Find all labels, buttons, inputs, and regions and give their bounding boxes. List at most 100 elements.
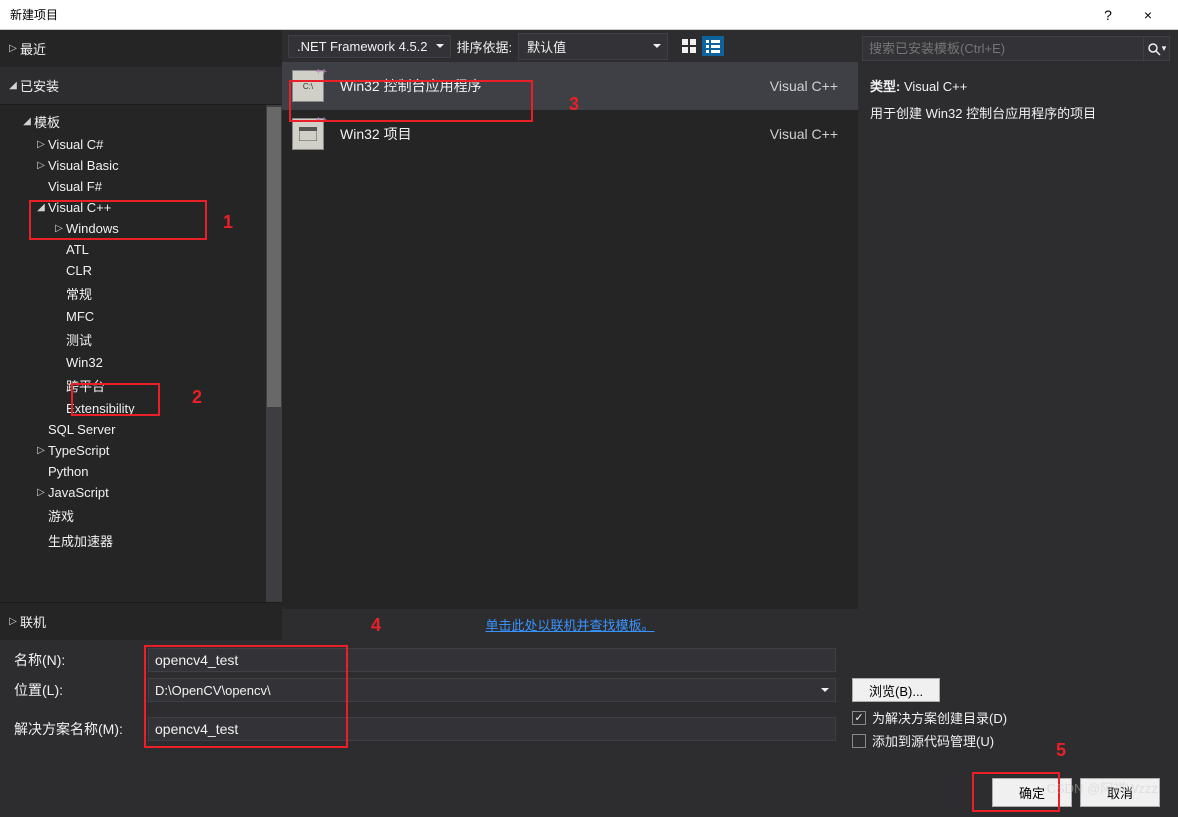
win32-label: Win32: [66, 355, 103, 370]
templates-node[interactable]: ◢模板: [0, 109, 282, 134]
search-button[interactable]: ▾: [1144, 36, 1170, 61]
checkbox-icon: [852, 734, 866, 748]
csharp-node[interactable]: ▷Visual C#: [0, 134, 282, 155]
accel-node[interactable]: 生成加速器: [0, 528, 282, 553]
clr-label: CLR: [66, 263, 92, 278]
sql-node[interactable]: SQL Server: [0, 419, 282, 440]
chevron-down-icon: ◢: [34, 202, 48, 213]
template-row-win32-project[interactable]: ++ Win32 项目 Visual C++: [282, 110, 858, 158]
window-title: 新建项目: [10, 6, 1088, 23]
left-panel: ▷ 最近 ◢ 已安装 ◢模板 ▷Visual C# ▷Visual Basic …: [0, 30, 282, 640]
help-button[interactable]: ?: [1088, 7, 1128, 23]
xplat-node[interactable]: 跨平台: [0, 373, 282, 398]
framework-combo[interactable]: .NET Framework 4.5.2: [288, 35, 451, 58]
ext-label: Extensibility: [66, 401, 135, 416]
window-icon: [299, 127, 317, 141]
view-large-icons-button[interactable]: [678, 36, 700, 56]
sql-label: SQL Server: [48, 422, 115, 437]
plus-icon: ++: [315, 115, 327, 126]
chevron-down-icon: ◢: [6, 80, 20, 91]
recent-node[interactable]: ▷ 最近: [0, 36, 282, 61]
description-panel: 类型: Visual C++ 用于创建 Win32 控制台应用程序的项目: [858, 71, 1178, 130]
template-lang: Visual C++: [770, 78, 848, 94]
main-area: ▷ 最近 ◢ 已安装 ◢模板 ▷Visual C# ▷Visual Basic …: [0, 30, 1178, 640]
location-value: D:\OpenCV\opencv\: [155, 683, 271, 698]
js-label: JavaScript: [48, 485, 109, 500]
fsharp-label: Visual F#: [48, 179, 102, 194]
templates-label: 模板: [34, 112, 60, 131]
online-label: 联机: [20, 612, 46, 631]
form-area: 名称(N): 位置(L): D:\OpenCV\opencv\ 浏览(B)...…: [0, 640, 1178, 750]
framework-value: .NET Framework 4.5.2: [297, 39, 428, 54]
ts-node[interactable]: ▷TypeScript: [0, 440, 282, 461]
location-combo[interactable]: D:\OpenCV\opencv\: [148, 678, 836, 702]
test-label: 测试: [66, 330, 92, 349]
solution-input[interactable]: [148, 717, 836, 741]
tree-scrollbar[interactable]: [266, 105, 282, 602]
name-input[interactable]: [148, 648, 836, 672]
tree-top: ▷ 最近: [0, 30, 282, 67]
fsharp-node[interactable]: Visual F#: [0, 176, 282, 197]
checkbox-icon: [852, 711, 866, 725]
solution-label: 解决方案名称(M):: [14, 719, 148, 739]
windows-node[interactable]: ▷Windows: [0, 218, 282, 239]
game-node[interactable]: 游戏: [0, 503, 282, 528]
sort-combo[interactable]: 默认值: [518, 33, 668, 60]
chevron-right-icon: ▷: [34, 139, 48, 150]
chevron-right-icon: ▷: [34, 445, 48, 456]
atl-label: ATL: [66, 242, 89, 257]
chevron-right-icon: ▷: [6, 616, 20, 627]
online-link-row: 单击此处以联机并查找模板。: [282, 609, 858, 640]
close-button[interactable]: ×: [1128, 7, 1168, 23]
xplat-label: 跨平台: [66, 376, 105, 395]
ext-node[interactable]: Extensibility: [0, 398, 282, 419]
installed-node[interactable]: ◢ 已安装: [0, 73, 282, 98]
ts-label: TypeScript: [48, 443, 109, 458]
browse-button[interactable]: 浏览(B)...: [852, 678, 940, 702]
search-input[interactable]: [862, 36, 1144, 61]
python-node[interactable]: Python: [0, 461, 282, 482]
search-online-link[interactable]: 单击此处以联机并查找模板。: [485, 618, 654, 633]
game-label: 游戏: [48, 506, 74, 525]
right-panel: ▾ 类型: Visual C++ 用于创建 Win32 控制台应用程序的项目: [858, 30, 1178, 640]
add-source-control-checkbox[interactable]: 添加到源代码管理(U): [852, 731, 1007, 750]
test-node[interactable]: 测试: [0, 327, 282, 352]
general-node[interactable]: 常规: [0, 281, 282, 306]
template-name: Win32 控制台应用程序: [340, 76, 770, 96]
tree-scroll: ◢模板 ▷Visual C# ▷Visual Basic Visual F# ◢…: [0, 104, 282, 603]
template-lang: Visual C++: [770, 126, 848, 142]
mfc-node[interactable]: MFC: [0, 306, 282, 327]
win32-node[interactable]: Win32: [0, 352, 282, 373]
type-line: 类型: Visual C++: [870, 75, 1166, 98]
chevron-right-icon: ▷: [6, 43, 20, 54]
template-toolbar: .NET Framework 4.5.2 排序依据: 默认值: [282, 30, 858, 62]
location-row: 位置(L): D:\OpenCV\opencv\ 浏览(B)...: [14, 678, 1164, 702]
online-node[interactable]: ▷ 联机: [0, 609, 282, 634]
python-label: Python: [48, 464, 88, 479]
installed-header: ◢ 已安装: [0, 67, 282, 104]
add-src-label: 添加到源代码管理(U): [872, 731, 994, 750]
clr-node[interactable]: CLR: [0, 260, 282, 281]
vcpp-node[interactable]: ◢Visual C++: [0, 197, 282, 218]
atl-node[interactable]: ATL: [0, 239, 282, 260]
name-row: 名称(N):: [14, 648, 1164, 672]
view-mode-group: [678, 36, 724, 56]
description-text: 用于创建 Win32 控制台应用程序的项目: [870, 102, 1166, 125]
js-node[interactable]: ▷JavaScript: [0, 482, 282, 503]
vb-node[interactable]: ▷Visual Basic: [0, 155, 282, 176]
template-row-win32-console[interactable]: C:\++ Win32 控制台应用程序 Visual C++: [282, 62, 858, 110]
console-app-icon: C:\++: [292, 70, 324, 102]
vcpp-label: Visual C++: [48, 200, 111, 215]
recent-label: 最近: [20, 39, 46, 58]
chevron-right-icon: ▷: [52, 223, 66, 234]
scrollbar-thumb[interactable]: [267, 107, 281, 407]
create-dir-label: 为解决方案创建目录(D): [872, 708, 1007, 727]
view-list-button[interactable]: [702, 36, 724, 56]
vb-label: Visual Basic: [48, 158, 119, 173]
sort-value: 默认值: [527, 40, 566, 55]
template-name: Win32 项目: [340, 124, 770, 144]
search-icon: [1147, 42, 1161, 56]
name-label: 名称(N):: [14, 650, 148, 670]
installed-label: 已安装: [20, 76, 59, 95]
create-dir-checkbox[interactable]: 为解决方案创建目录(D): [852, 708, 1007, 727]
